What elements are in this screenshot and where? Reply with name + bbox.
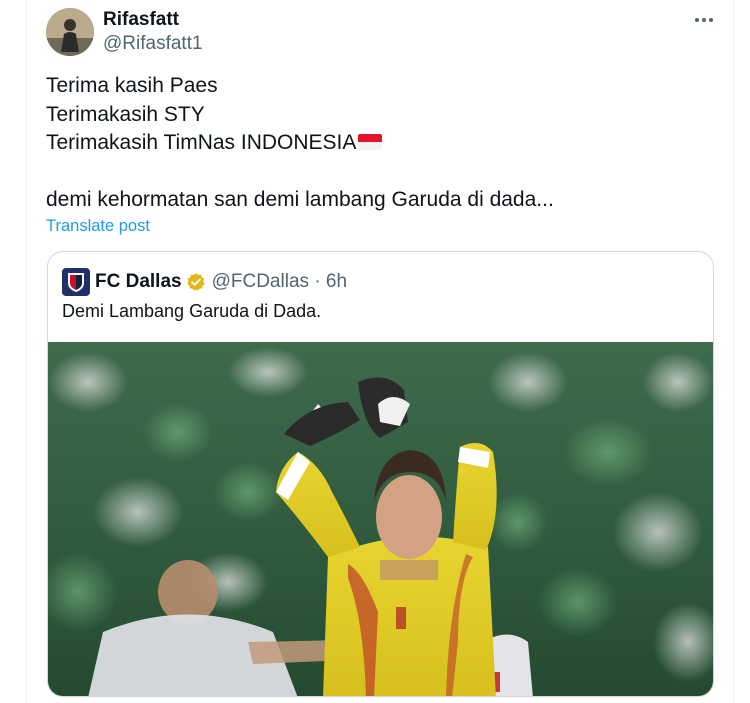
post-line: demi kehormatan san demi lambang Garuda …	[46, 188, 554, 211]
quoted-post-header: FC Dallas @FCDallas · 6h	[62, 268, 347, 296]
quoted-author-name[interactable]: FC Dallas	[95, 271, 182, 293]
post-card[interactable]: Rifasfatt @Rifasfatt1 Terima kasih Paes …	[26, 0, 734, 703]
author-display-name[interactable]: Rifasfatt	[103, 9, 179, 31]
quoted-post-time: 6h	[325, 271, 348, 292]
post-line-text: Terimakasih TimNas INDONESIA	[46, 131, 357, 154]
author-handle[interactable]: @Rifasfatt1	[103, 33, 203, 55]
author-avatar[interactable]	[46, 8, 94, 56]
quoted-author-handle[interactable]: @FCDallas · 6h	[212, 271, 347, 293]
more-horizontal-icon	[695, 18, 713, 22]
quoted-post[interactable]: FC Dallas @FCDallas · 6h Demi Lambang Ga…	[47, 251, 714, 697]
post-line: Terima kasih Paes	[46, 74, 218, 97]
verified-badge-icon	[186, 273, 205, 291]
more-options-button[interactable]	[691, 7, 717, 33]
post-line: Terimakasih TimNas INDONESIA	[46, 129, 716, 158]
post-text: Terima kasih Paes Terimakasih STY Terima…	[46, 72, 716, 215]
indonesia-flag-icon	[358, 134, 383, 150]
quoted-author-avatar[interactable]	[62, 268, 90, 296]
fc-dallas-logo-icon	[68, 273, 84, 292]
quoted-post-text: Demi Lambang Garuda di Dada.	[62, 301, 322, 321]
post-line: Terimakasih STY	[46, 102, 205, 126]
translate-post-link[interactable]: Translate post	[46, 217, 150, 236]
quoted-post-image[interactable]	[48, 342, 713, 696]
